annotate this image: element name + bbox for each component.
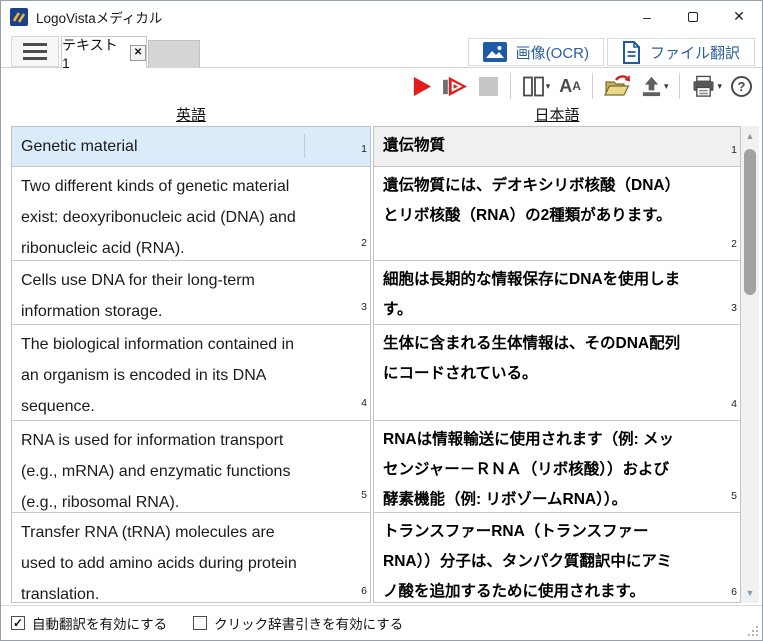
- source-cell-6[interactable]: Transfer RNA (tRNA) molecules are used t…: [12, 513, 370, 603]
- image-ocr-button[interactable]: 画像(OCR): [468, 38, 604, 66]
- maximize-icon: [688, 12, 698, 22]
- export-icon: [640, 75, 663, 98]
- source-language-header[interactable]: 英語: [11, 104, 371, 125]
- maximize-button[interactable]: [670, 1, 716, 32]
- help-icon: ?: [731, 76, 752, 97]
- source-cell-5[interactable]: RNA is used for information transport (e…: [12, 421, 370, 513]
- dropdown-arrow-icon: ▾: [717, 81, 722, 92]
- scrollbar-thumb[interactable]: [744, 149, 756, 295]
- scroll-up-icon[interactable]: ▲: [741, 127, 759, 145]
- dropdown-arrow-icon: ▾: [546, 81, 551, 92]
- play-all-icon: [442, 75, 469, 98]
- window-title: LogoVistaメディカル: [36, 7, 162, 27]
- file-icon: [622, 41, 641, 64]
- file-translate-button[interactable]: ファイル翻訳: [607, 38, 755, 66]
- row-number: 1: [361, 134, 367, 165]
- dropdown-arrow-icon: ▾: [664, 81, 669, 92]
- target-cell-3[interactable]: 細胞は長期的な情報保存にDNAを使用しま す。3: [374, 261, 740, 325]
- font-icon: A: [559, 76, 572, 97]
- image-icon: [483, 42, 507, 62]
- click-dictionary-checkbox[interactable]: クリック辞書引きを有効にする: [193, 613, 403, 633]
- tab-new[interactable]: [148, 40, 200, 68]
- row-number: 6: [361, 576, 367, 603]
- app-window: LogoVistaメディカル – ✕ テキスト1 ✕ 画像(OCR): [0, 0, 763, 641]
- columns-icon: [522, 75, 545, 98]
- help-button[interactable]: ?: [729, 71, 754, 101]
- font-size-button[interactable]: AA: [557, 71, 583, 101]
- status-bar: ✓ 自動翻訳を有効にする クリック辞書引きを有効にする: [1, 605, 762, 640]
- translate-all-button[interactable]: [440, 71, 471, 101]
- source-cell-3[interactable]: Cells use DNA for their long-term inform…: [12, 261, 370, 325]
- source-pane: Genetic material1 Two different kinds of…: [11, 126, 371, 603]
- toolbar-separator: [679, 73, 680, 99]
- open-file-button[interactable]: [602, 71, 633, 101]
- tab-close-icon[interactable]: ✕: [130, 45, 146, 61]
- target-cell-5[interactable]: RNAは情報輸送に使用されます（例: メッ センジャー－ＲＮＡ（リボ核酸））およ…: [374, 421, 740, 513]
- stop-button[interactable]: [476, 71, 501, 101]
- toolbar-separator: [592, 73, 593, 99]
- app-logo-icon: [10, 8, 28, 26]
- stop-icon: [478, 76, 499, 97]
- target-language-header[interactable]: 日本語: [373, 104, 741, 125]
- column-headers: 英語 日本語: [1, 104, 762, 126]
- click-dictionary-label: クリック辞書引きを有効にする: [214, 613, 403, 633]
- translate-button[interactable]: [408, 71, 435, 101]
- target-cell-2[interactable]: 遺伝物質には、デオキシリボ核酸（DNA） とリボ核酸（RNA）の2種類があります…: [374, 167, 740, 261]
- source-cell-4[interactable]: The biological information contained in …: [12, 325, 370, 421]
- target-cell-6[interactable]: トランスファーRNA（トランスファー RNA））分子は、タンパク質翻訳中にアミ …: [374, 513, 740, 603]
- title-bar: LogoVistaメディカル – ✕: [1, 1, 762, 32]
- menu-button[interactable]: [11, 36, 59, 67]
- scroll-down-icon[interactable]: ▼: [741, 584, 759, 602]
- tab-text1[interactable]: テキスト1 ✕: [61, 36, 147, 68]
- text-caret: [304, 134, 305, 158]
- row-number: 4: [731, 389, 737, 419]
- toolbar-separator: [510, 73, 511, 99]
- close-button[interactable]: ✕: [716, 1, 762, 32]
- target-cell-4[interactable]: 生体に含まれる生体情報は、そのDNA配列 にコードされている。4: [374, 325, 740, 421]
- row-number: 2: [731, 229, 737, 259]
- resize-grip[interactable]: [746, 624, 758, 636]
- row-number: 3: [361, 292, 367, 323]
- row-number: 3: [731, 293, 737, 323]
- tab-bar: テキスト1 ✕ 画像(OCR) ファイル翻訳: [1, 32, 762, 68]
- open-folder-icon: [604, 74, 631, 98]
- file-translate-label: ファイル翻訳: [650, 42, 740, 63]
- export-button[interactable]: ▾: [638, 71, 671, 101]
- printer-icon: [691, 75, 716, 98]
- row-number: 5: [731, 481, 737, 511]
- toolbar: ▾ AA ▾: [1, 68, 762, 104]
- checkbox-unchecked-icon[interactable]: [193, 616, 207, 630]
- auto-translate-checkbox[interactable]: ✓ 自動翻訳を有効にする: [11, 613, 167, 633]
- vertical-scrollbar[interactable]: ▲ ▼: [741, 126, 759, 603]
- checkbox-checked-icon[interactable]: ✓: [11, 616, 25, 630]
- row-number: 5: [361, 480, 367, 511]
- row-number: 1: [731, 135, 737, 165]
- hamburger-icon: [23, 43, 47, 46]
- minimize-button[interactable]: –: [624, 1, 670, 32]
- source-cell-1[interactable]: Genetic material1: [12, 127, 370, 167]
- layout-columns-button[interactable]: ▾: [520, 71, 553, 101]
- target-pane: 遺伝物質1 遺伝物質には、デオキシリボ核酸（DNA） とリボ核酸（RNA）の2種…: [373, 126, 741, 603]
- row-number: 4: [361, 388, 367, 419]
- source-cell-2[interactable]: Two different kinds of genetic material …: [12, 167, 370, 261]
- play-icon: [410, 75, 433, 98]
- auto-translate-label: 自動翻訳を有効にする: [32, 613, 167, 633]
- print-button[interactable]: ▾: [689, 71, 724, 101]
- image-ocr-label: 画像(OCR): [516, 42, 589, 63]
- row-number: 6: [731, 577, 737, 603]
- row-number: 2: [361, 228, 367, 259]
- target-cell-1[interactable]: 遺伝物質1: [374, 127, 740, 167]
- tab-label: テキスト1: [62, 35, 125, 71]
